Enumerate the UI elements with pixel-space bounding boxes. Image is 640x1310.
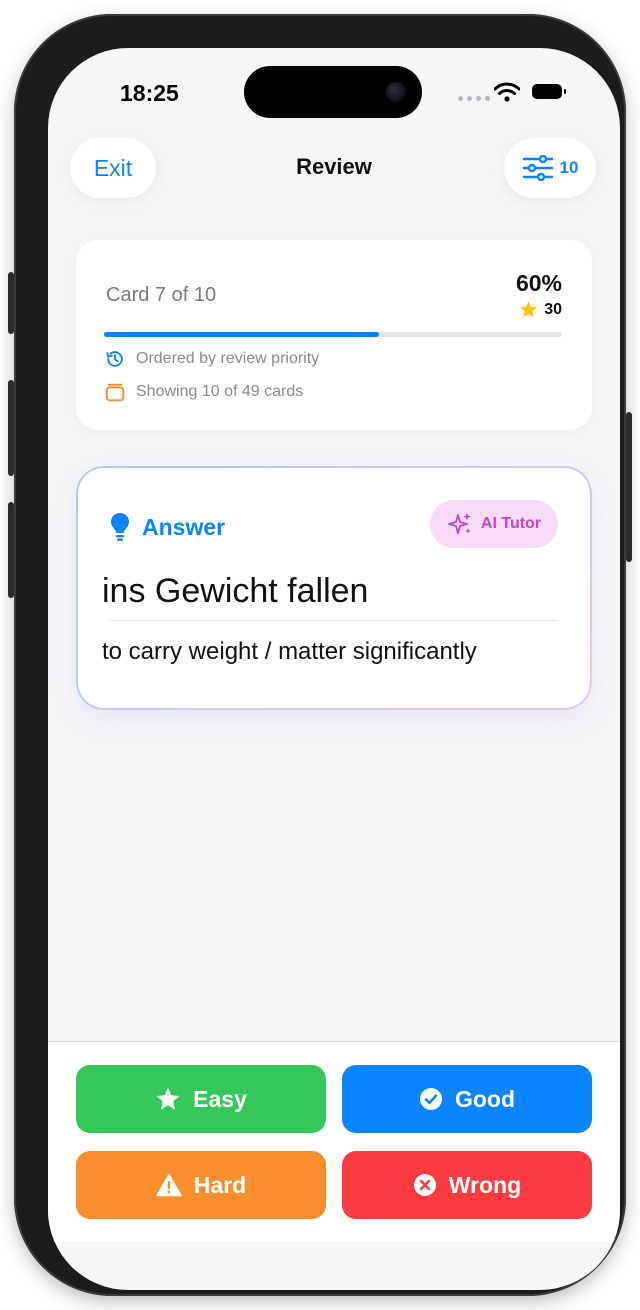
wrong-label: Wrong [448, 1171, 522, 1198]
screen: 18:25 Exit Review 10 Card 7 of 10 60% 30… [48, 48, 620, 1290]
hard-button[interactable]: Hard [76, 1151, 326, 1219]
percent-label: 60% [515, 270, 562, 296]
flashcard[interactable]: Answer AI Tutor ins Gewicht fallen to ca… [76, 466, 592, 710]
card-stack-icon [105, 383, 125, 402]
sliders-icon [522, 155, 553, 181]
lightbulb-icon [111, 513, 129, 541]
check-circle-icon [419, 1088, 442, 1110]
showing-text: Showing 10 of 49 cards [136, 383, 304, 400]
progress-bar-fill [104, 332, 379, 337]
battery-icon [532, 84, 566, 99]
answer-label-text: Answer [142, 513, 226, 540]
volume-up-button [8, 380, 14, 476]
star-icon [520, 301, 538, 318]
volume-down-button [8, 502, 14, 598]
filter-button[interactable]: 10 [504, 138, 596, 198]
action-button [8, 272, 14, 334]
order-text: Ordered by review priority [136, 350, 320, 367]
status-time: 18:25 [120, 80, 179, 106]
filter-count: 10 [559, 158, 579, 177]
power-button [626, 412, 632, 562]
star-icon [156, 1087, 180, 1110]
ai-tutor-button[interactable]: AI Tutor [430, 500, 558, 548]
sparkles-icon [448, 512, 471, 534]
x-circle-icon [413, 1174, 436, 1196]
answer-label: Answer [110, 512, 225, 542]
wrong-button[interactable]: Wrong [342, 1151, 592, 1219]
card-term: ins Gewicht fallen [102, 572, 369, 610]
card-counter: Card 7 of 10 [106, 284, 217, 306]
good-label: Good [454, 1085, 516, 1112]
card-meaning: to carry weight / matter significantly [102, 638, 477, 665]
wifi-icon [494, 82, 520, 102]
warning-icon [156, 1173, 182, 1197]
camera-icon [386, 82, 406, 102]
history-icon [106, 351, 123, 367]
star-count-value: 30 [544, 300, 562, 318]
easy-button[interactable]: Easy [76, 1065, 326, 1133]
grading-bar: Easy Good Hard Wrong [48, 1041, 620, 1242]
ai-tutor-label: AI Tutor [480, 515, 542, 532]
easy-label: Easy [193, 1085, 247, 1112]
home-indicator [262, 1264, 406, 1269]
cellular-signal-icon [458, 96, 490, 101]
star-count: 30 [519, 300, 562, 319]
dynamic-island [244, 66, 422, 118]
phone-frame: 18:25 Exit Review 10 Card 7 of 10 60% 30… [8, 14, 632, 1296]
progress-bar [104, 332, 562, 337]
order-info: Ordered by review priority [104, 348, 319, 370]
progress-card: Card 7 of 10 60% 30 Ordered by review pr… [76, 240, 592, 430]
hard-label: Hard [193, 1171, 247, 1198]
card-divider [110, 620, 558, 621]
good-button[interactable]: Good [342, 1065, 592, 1133]
showing-info: Showing 10 of 49 cards [104, 381, 303, 403]
